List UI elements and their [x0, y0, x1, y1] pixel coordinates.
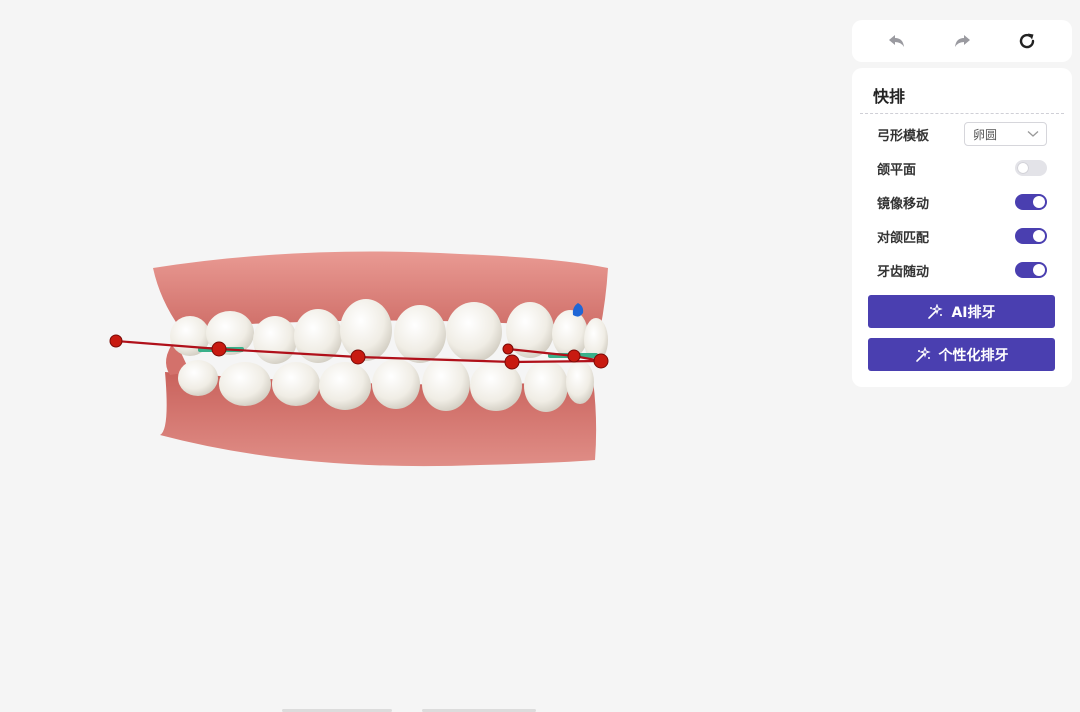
redo-arrow-icon — [954, 35, 970, 47]
undo-button[interactable] — [881, 25, 913, 57]
opposing-match-toggle[interactable] — [1015, 228, 1047, 244]
teeth-follow-label: 牙齿随动 — [877, 264, 930, 280]
jaw-plane-toggle[interactable] — [1015, 160, 1047, 176]
jaw-plane-label: 颌平面 — [877, 162, 917, 178]
chevron-down-icon — [1027, 131, 1039, 137]
panel-title: 快排 — [873, 87, 906, 106]
reset-button[interactable] — [1011, 25, 1043, 57]
refresh-icon — [1020, 33, 1035, 49]
custom-arrange-button[interactable]: 个性化排牙 — [868, 338, 1055, 371]
mirror-move-toggle[interactable] — [1015, 194, 1047, 210]
arch-template-row: 弓形模板 卵圆 — [877, 121, 1047, 147]
toggle-row-opposing-match: 对颌匹配 — [877, 223, 1047, 249]
teeth-follow-toggle[interactable] — [1015, 262, 1047, 278]
history-toolbar — [852, 20, 1072, 62]
ai-arrange-label: AI排牙 — [951, 304, 996, 321]
toggle-row-mirror-move: 镜像移动 — [877, 189, 1047, 215]
3d-viewport[interactable] — [0, 0, 840, 712]
sparkle-wand-icon — [928, 303, 944, 319]
quick-arrange-panel: 快排 弓形模板 卵圆 颌平面 镜像移动 对颌匹配 牙齿随动 AI排牙 个性化排牙 — [852, 68, 1072, 387]
arch-template-select[interactable]: 卵圆 — [964, 122, 1047, 146]
toggle-row-jaw-plane: 颌平面 — [877, 155, 1047, 181]
custom-arrange-label: 个性化排牙 — [938, 347, 1009, 364]
mirror-move-label: 镜像移动 — [877, 196, 930, 212]
opposing-match-label: 对颌匹配 — [877, 230, 930, 246]
sparkle-wand-icon — [915, 346, 931, 362]
lower-teeth — [178, 357, 594, 412]
redo-button[interactable] — [946, 25, 978, 57]
ai-arrange-button[interactable]: AI排牙 — [868, 295, 1055, 328]
undo-arrow-icon — [888, 35, 904, 47]
toggle-row-teeth-follow: 牙齿随动 — [877, 257, 1047, 283]
arch-template-label: 弓形模板 — [877, 128, 930, 144]
dental-model-render[interactable] — [0, 0, 840, 712]
arch-template-value: 卵圆 — [973, 127, 998, 142]
panel-divider — [860, 113, 1064, 114]
